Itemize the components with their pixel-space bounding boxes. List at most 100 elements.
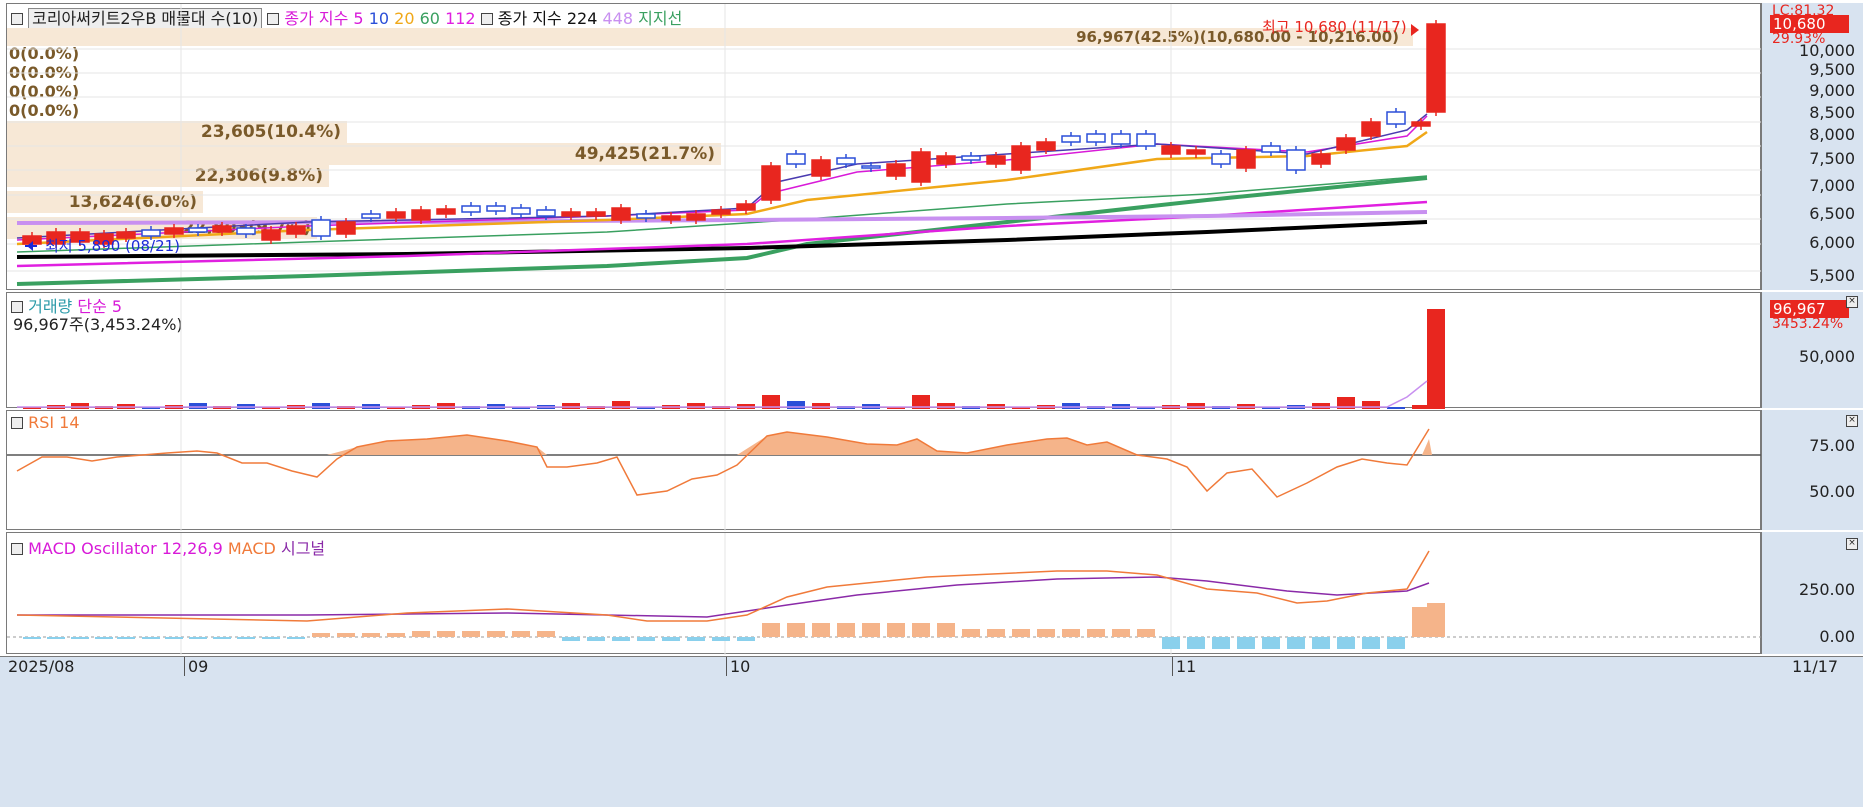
candle-body xyxy=(661,215,681,221)
candle-body xyxy=(1236,149,1256,169)
rsi-close-icon[interactable]: × xyxy=(1846,415,1858,427)
candle-body xyxy=(311,219,331,237)
oscillator-bar xyxy=(1262,637,1280,649)
rsi-overbought-fill xyxy=(327,432,1432,455)
rsi-axis: 75.00 50.00 xyxy=(1761,410,1863,530)
candle-body xyxy=(1426,23,1446,113)
candle-body xyxy=(212,225,232,233)
price-axis: LC:81.32 10,680 29.93% 10,000 9,500 9,00… xyxy=(1761,3,1863,290)
candle-body xyxy=(386,211,406,219)
candle-body xyxy=(561,211,581,217)
oscillator-bar xyxy=(237,637,255,639)
candle-body xyxy=(336,221,356,235)
candle-body xyxy=(486,205,506,212)
signal-line xyxy=(17,576,1430,618)
oscillator-bar xyxy=(1287,637,1305,649)
candle-body xyxy=(711,209,731,215)
candle-body xyxy=(1036,141,1056,151)
candle-body xyxy=(1386,111,1406,125)
oscillator-bar xyxy=(1427,603,1445,637)
candle-body xyxy=(1061,135,1081,143)
oscillator-bar xyxy=(1237,637,1255,649)
candle-body xyxy=(936,155,956,165)
oscillator-bar xyxy=(912,623,930,637)
oscillator-bar xyxy=(462,631,480,637)
oscillator-bar xyxy=(1387,637,1405,649)
volume-current-pct: 3453.24% xyxy=(1772,316,1844,332)
macd-pane[interactable]: MACD Oscillator 12,26,9 MACD 시그널 xyxy=(6,532,1762,655)
rsi-chart-svg[interactable] xyxy=(7,411,1762,531)
oscillator-bar xyxy=(117,637,135,639)
candle-body xyxy=(1336,137,1356,151)
oscillator-bar xyxy=(142,637,160,639)
candle-body xyxy=(411,209,431,221)
volume-bar xyxy=(312,403,330,409)
macd-close-icon[interactable]: × xyxy=(1846,538,1858,550)
price-pane[interactable]: 코리아써키트2우B 매물대 수(10) 종가 지수 5 10 20 60 112… xyxy=(6,3,1762,291)
oscillator-bar xyxy=(1137,629,1155,637)
candle-body xyxy=(636,213,656,219)
oscillator-bar xyxy=(165,637,183,639)
oscillator-bar xyxy=(612,637,630,641)
volume-bar xyxy=(937,403,955,409)
candle-body xyxy=(164,227,184,235)
macd-chart-svg[interactable] xyxy=(7,533,1762,655)
oscillator-bar xyxy=(95,637,113,639)
price-chart-svg[interactable]: 최저 5,890 (08/21) 최고 10,680 (11/17) xyxy=(7,4,1762,291)
x-axis: 2025/08 09 10 11 11/17 xyxy=(0,656,1863,807)
candle-body xyxy=(1211,153,1231,165)
oscillator-bar xyxy=(862,623,880,637)
candle-body xyxy=(1361,121,1381,137)
candle-body xyxy=(1311,153,1331,165)
oscillator-bar xyxy=(537,631,555,637)
volume-chart-svg[interactable] xyxy=(7,293,1762,409)
candle-body xyxy=(886,163,906,177)
volume-bar xyxy=(612,401,630,409)
candle-body xyxy=(1136,133,1156,147)
oscillator-bar xyxy=(1362,637,1380,649)
oscillator-bar xyxy=(687,637,705,641)
rsi-y-tick-75: 75.00 xyxy=(1809,436,1855,455)
volume-pane[interactable]: 거래량 단순 5 96,967주(3,453.24%) xyxy=(6,292,1762,409)
oscillator-bar xyxy=(213,637,231,639)
oscillator-bar xyxy=(562,637,580,641)
macd-line xyxy=(16,550,1430,622)
rsi-y-tick-50: 50.00 xyxy=(1809,482,1855,501)
volume-bar xyxy=(71,403,89,409)
volume-bar xyxy=(562,403,580,409)
volume-bar xyxy=(1187,403,1205,409)
candle-body xyxy=(436,208,456,215)
oscillator-bar xyxy=(71,637,89,639)
oscillator-bar xyxy=(23,637,41,639)
candle-body xyxy=(986,155,1006,165)
oscillator-bar xyxy=(387,633,405,637)
volume-bar xyxy=(1387,407,1405,409)
volume-close-icon[interactable]: × xyxy=(1846,296,1858,308)
volume-axis: 96,967 3453.24% 50,000 xyxy=(1761,292,1863,408)
candle-body xyxy=(261,229,281,241)
candle-body xyxy=(1111,133,1131,145)
oscillator-bar xyxy=(189,637,207,639)
y-tick-10000: 10,000 xyxy=(1799,41,1855,60)
oscillator-bar xyxy=(337,633,355,637)
oscillator-bar xyxy=(587,637,605,641)
rsi-pane[interactable]: RSI 14 xyxy=(6,410,1762,531)
candle-body xyxy=(686,213,706,221)
volume-bar xyxy=(687,403,705,409)
candle-body xyxy=(761,165,781,201)
x-label-nov: 11 xyxy=(1172,657,1196,676)
y-tick-5500: 5,500 xyxy=(1809,266,1855,285)
candle-body xyxy=(141,229,161,237)
volume-bar xyxy=(189,403,207,409)
candle-body xyxy=(461,205,481,213)
macd-y-tick-250: 250.00 xyxy=(1799,580,1855,599)
volume-bar xyxy=(812,403,830,409)
y-tick-8500: 8,500 xyxy=(1809,103,1855,122)
macd-oscillator-bars xyxy=(23,603,1445,649)
oscillator-bar xyxy=(737,637,755,641)
candle-body xyxy=(1286,149,1306,171)
y-tick-6000: 6,000 xyxy=(1809,233,1855,252)
candle-body xyxy=(511,207,531,215)
oscillator-bar xyxy=(712,637,730,641)
candle-body xyxy=(861,165,881,169)
